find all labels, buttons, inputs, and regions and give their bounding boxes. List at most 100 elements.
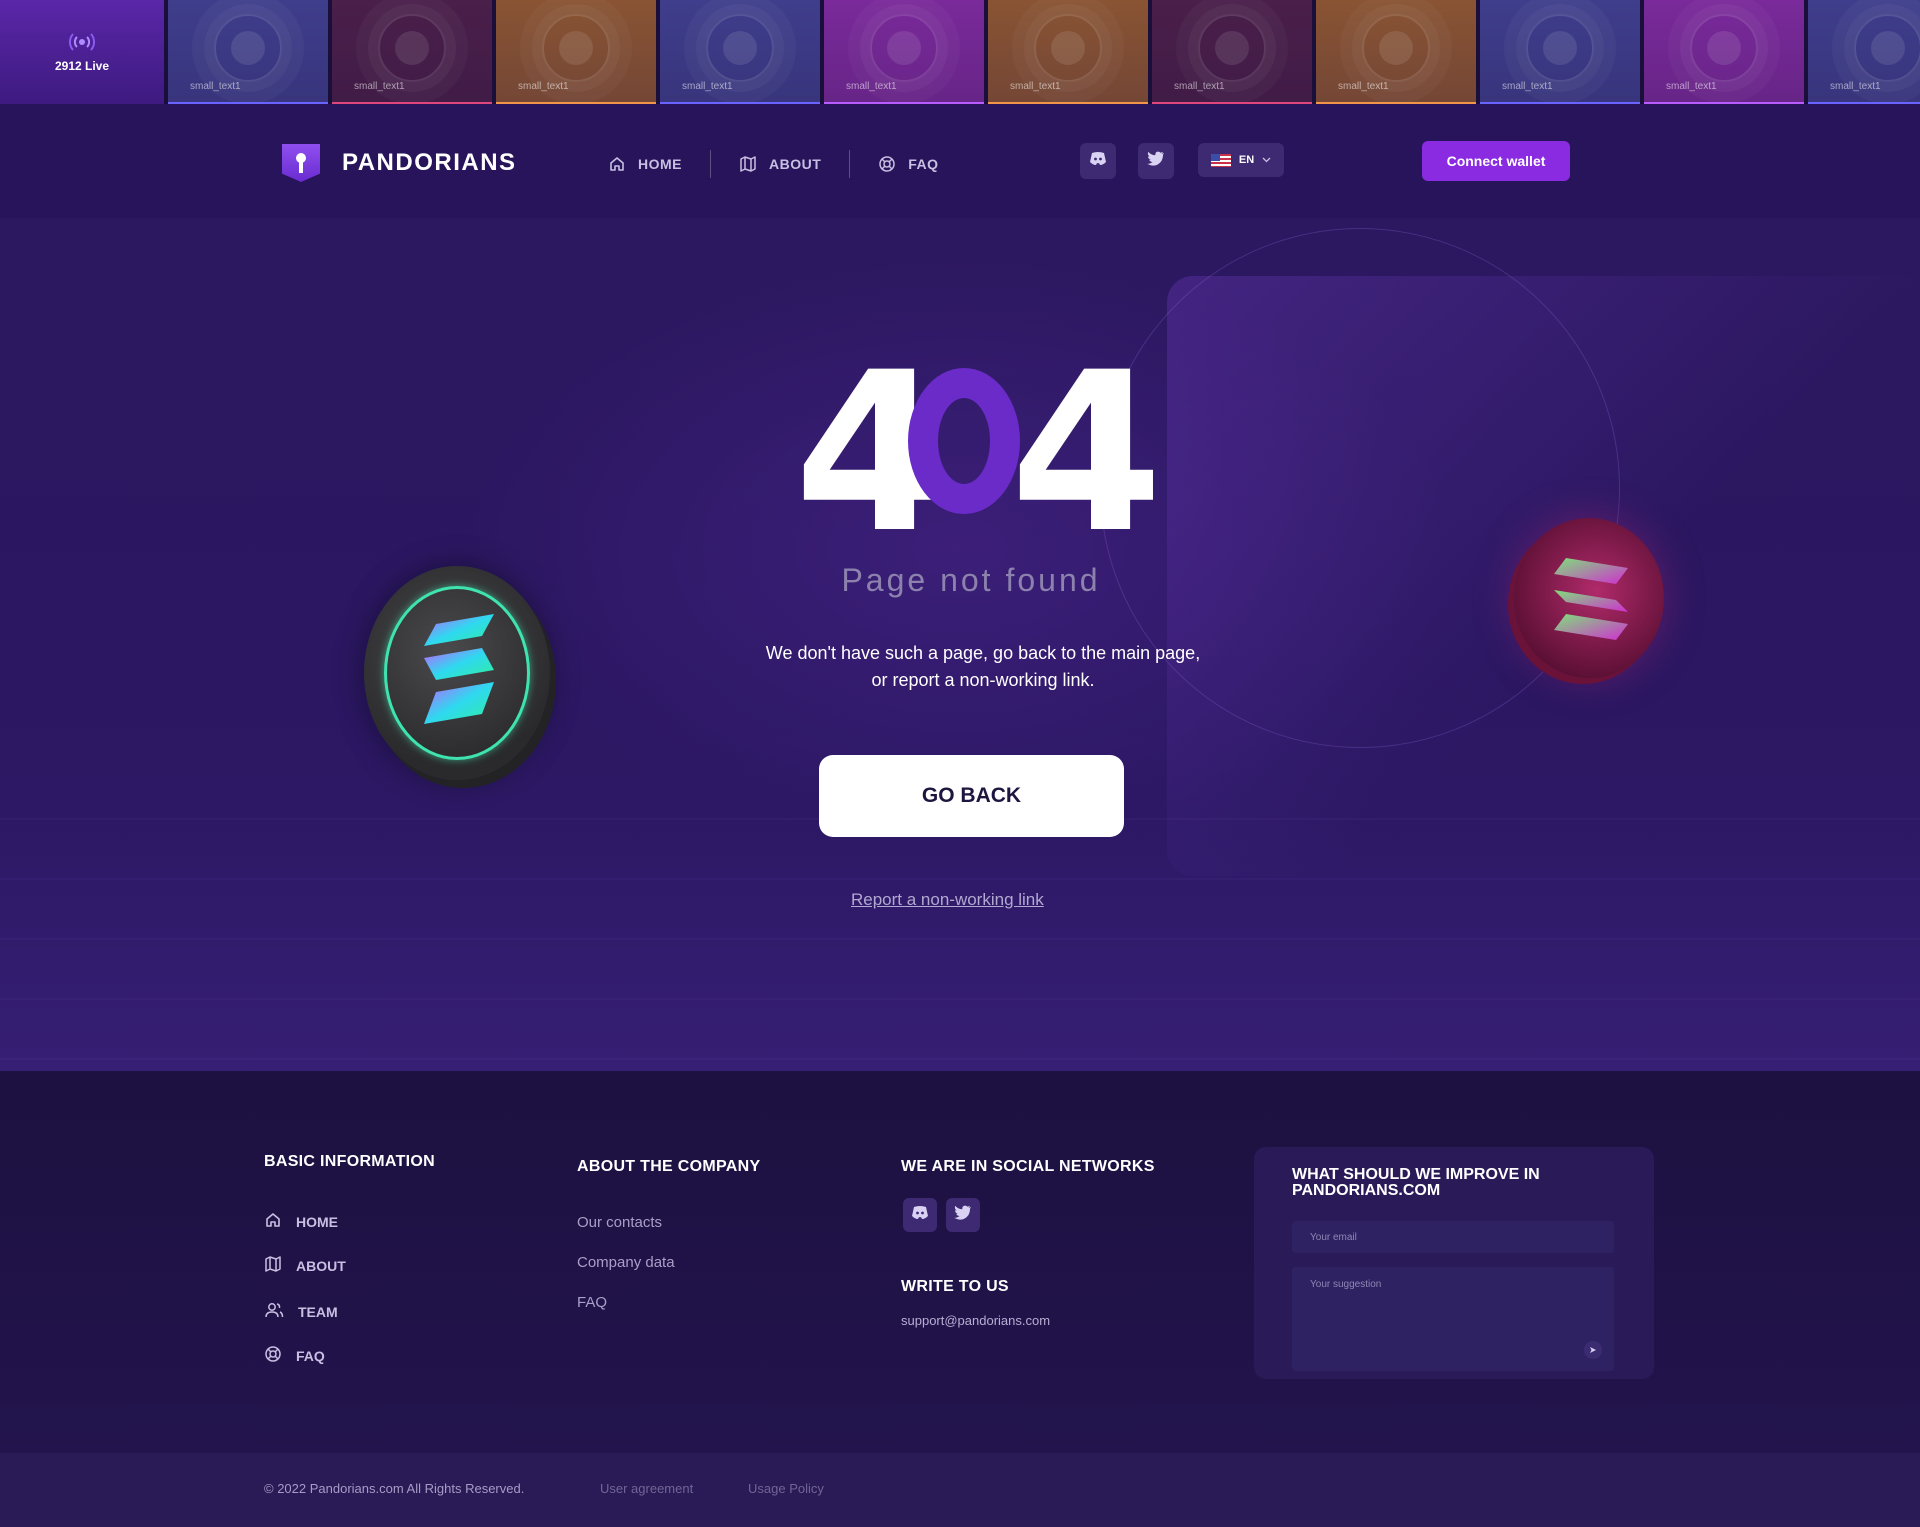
send-arrow-icon (1589, 1341, 1597, 1359)
ticker-tile-label: small_text1 (1830, 81, 1881, 92)
footer-basic-title: BASIC INFORMATION (264, 1153, 436, 1170)
footer-company-title: ABOUT THE COMPANY (577, 1158, 761, 1175)
feedback-suggestion-field[interactable] (1292, 1267, 1614, 1371)
home-icon (608, 155, 626, 173)
us-flag-icon (1210, 153, 1231, 167)
ticker-tile[interactable]: small_text1 (496, 0, 656, 104)
solana-coin-right-icon (1514, 518, 1664, 678)
footer-link-faq[interactable]: FAQ (264, 1345, 325, 1366)
go-back-button[interactable]: GO BACK (819, 755, 1124, 837)
brand-name: PANDORIANS (342, 149, 517, 176)
live-ticker: 2912 Live small_text1 small_text1 small_te… (0, 0, 1920, 104)
solana-coin-left-icon (364, 566, 550, 780)
footer-our-contacts[interactable]: Our contacts (577, 1214, 662, 1231)
error-digit-last: 4 (1010, 325, 1163, 581)
footer-write-title: WRITE TO US (901, 1278, 1009, 1295)
ticker-tile-label: small_text1 (682, 81, 733, 92)
footer-company: ABOUT THE COMPANY Our contacts Company d… (577, 1158, 837, 1318)
feedback-email-field[interactable] (1292, 1221, 1614, 1253)
ticker-tile[interactable]: small_text1 (988, 0, 1148, 104)
ticker-tile[interactable]: small_text1 (1808, 0, 1920, 104)
connect-wallet-button[interactable]: Connect wallet (1422, 141, 1570, 181)
coin-placeholder-icon (1854, 14, 1920, 82)
ticker-tile[interactable]: small_text1 (1644, 0, 1804, 104)
ticker-tile-label: small_text1 (1502, 81, 1553, 92)
nav-divider (849, 150, 851, 178)
broadcast-icon (68, 31, 96, 53)
nav-home[interactable]: HOME (608, 155, 682, 173)
footer-twitter-button[interactable] (946, 1198, 980, 1232)
footer-basic-info: BASIC INFORMATION HOME ABOUT TEAM FAQ (264, 1153, 524, 1373)
footer-support-email[interactable]: support@pandorians.com (901, 1313, 1050, 1328)
ticker-tile[interactable]: small_text1 (1152, 0, 1312, 104)
feedback-form: WHAT SHOULD WE IMPROVE IN PANDORIANS.COM (1254, 1147, 1654, 1379)
grid-floor (0, 818, 1920, 1071)
discord-icon (1089, 151, 1107, 171)
twitter-icon (954, 1205, 972, 1225)
ticker-tile-label: small_text1 (190, 81, 241, 92)
user-agreement-link[interactable]: User agreement (600, 1481, 693, 1496)
language-code: EN (1238, 154, 1255, 166)
footer-social: WE ARE IN SOCIAL NETWORKS WRITE TO US su… (901, 1158, 1201, 1418)
report-link[interactable]: Report a non-working link (851, 890, 1044, 910)
solana-logo-icon (424, 614, 494, 724)
solana-logo-icon (1554, 558, 1628, 640)
footer-link-about-label: ABOUT (296, 1257, 346, 1274)
live-count: 2912 Live (54, 59, 110, 73)
keyhole-logo-icon (282, 144, 320, 182)
error-description: We don't have such a page, go back to th… (765, 643, 1201, 690)
footer-company-data[interactable]: Company data (577, 1254, 675, 1271)
footer-link-about[interactable]: ABOUT (264, 1255, 346, 1276)
ticker-tile-label: small_text1 (1174, 81, 1225, 92)
coin-placeholder-icon (706, 14, 774, 82)
twitter-button[interactable] (1138, 143, 1174, 179)
copyright-text: © 2022 Pandorians.com All Rights Reserve… (264, 1481, 525, 1496)
nav-about[interactable]: ABOUT (739, 155, 821, 173)
feedback-title: WHAT SHOULD WE IMPROVE IN PANDORIANS.COM (1292, 1166, 1540, 1199)
nav-home-label: HOME (638, 156, 682, 172)
coin-placeholder-icon (870, 14, 938, 82)
ticker-tile-label: small_text1 (1010, 81, 1061, 92)
lifebuoy-icon (264, 1345, 282, 1366)
footer-social-title: WE ARE IN SOCIAL NETWORKS (901, 1158, 1155, 1175)
footer-discord-button[interactable] (903, 1198, 937, 1232)
lifebuoy-icon (878, 155, 896, 173)
coin-placeholder-icon (378, 14, 446, 82)
not-found-hero: 4 4 Page not found We don't have such a … (0, 218, 1920, 1071)
coin-placeholder-icon (542, 14, 610, 82)
chevron-down-icon (1262, 154, 1271, 166)
ticker-tile-label: small_text1 (518, 81, 569, 92)
ticker-tile[interactable]: small_text1 (1480, 0, 1640, 104)
footer-faq[interactable]: FAQ (577, 1294, 607, 1311)
coin-placeholder-icon (1034, 14, 1102, 82)
error-digit-zero (908, 368, 1020, 514)
ticker-tile[interactable]: small_text1 (1316, 0, 1476, 104)
ticker-tile-label: small_text1 (1666, 81, 1717, 92)
language-selector[interactable]: EN (1198, 143, 1284, 177)
ticker-tile[interactable]: small_text1 (168, 0, 328, 104)
map-icon (264, 1255, 282, 1276)
footer-link-team[interactable]: TEAM (264, 1301, 338, 1322)
map-icon (739, 155, 757, 173)
brand-logo[interactable]: PANDORIANS (282, 144, 517, 182)
nav-faq[interactable]: FAQ (878, 155, 938, 173)
coin-placeholder-icon (1362, 14, 1430, 82)
coin-placeholder-icon (214, 14, 282, 82)
users-icon (264, 1301, 284, 1322)
discord-button[interactable] (1080, 143, 1116, 179)
nav-about-label: ABOUT (769, 156, 822, 172)
ticker-tile[interactable]: small_text1 (332, 0, 492, 104)
ticker-tile[interactable]: small_text1 (660, 0, 820, 104)
feedback-send-button[interactable] (1584, 1341, 1602, 1359)
ticker-tile[interactable]: small_text1 (824, 0, 984, 104)
error-code: 4 4 (794, 325, 1163, 581)
home-icon (264, 1211, 282, 1232)
main-nav: HOME ABOUT FAQ (608, 144, 939, 184)
twitter-icon (1147, 151, 1165, 171)
footer-link-home[interactable]: HOME (264, 1211, 338, 1232)
coin-placeholder-icon (1690, 14, 1758, 82)
live-counter[interactable]: 2912 Live (0, 0, 164, 104)
ticker-tile-label: small_text1 (354, 81, 405, 92)
discord-icon (911, 1205, 929, 1225)
usage-policy-link[interactable]: Usage Policy (748, 1481, 824, 1496)
